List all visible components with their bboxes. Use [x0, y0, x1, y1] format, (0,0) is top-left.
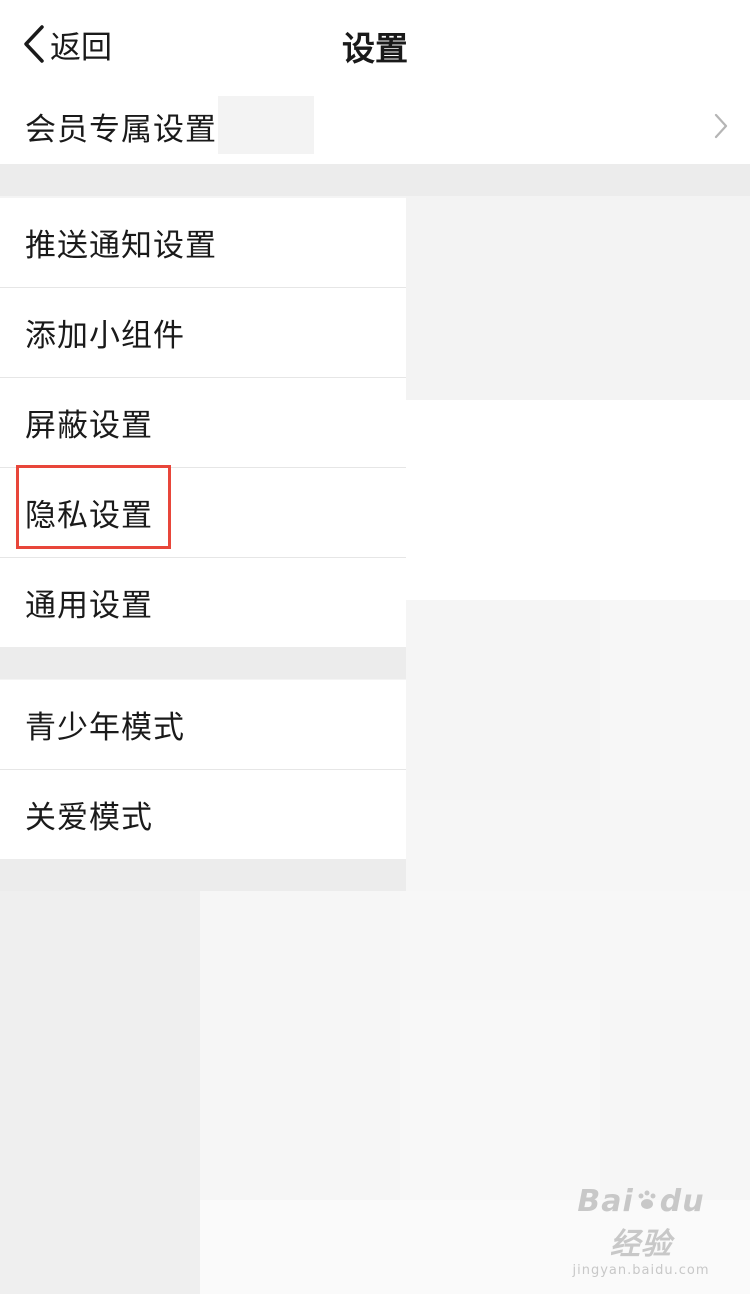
background-patch: [600, 600, 750, 800]
settings-item-label: 屏蔽设置: [25, 408, 153, 444]
settings-item-privacy-settings[interactable]: 隐私设置: [0, 468, 406, 557]
settings-item-care-mode[interactable]: 关爱模式: [0, 770, 406, 859]
background-patch: [600, 1000, 750, 1200]
background-patch: [200, 891, 400, 1200]
background-patch: [406, 400, 750, 600]
settings-item-label: 会员专属设置: [25, 111, 217, 148]
background-patch: [406, 800, 750, 896]
settings-item-member-settings[interactable]: 会员专属设置: [0, 88, 750, 164]
settings-item-block-settings[interactable]: 屏蔽设置: [0, 378, 406, 467]
settings-item-label: 推送通知设置: [25, 228, 217, 264]
watermark-logo: Bai du 经验: [572, 1184, 710, 1263]
redacted-area: [218, 96, 314, 154]
settings-item-label: 关爱模式: [25, 800, 153, 836]
section-gap: [0, 164, 750, 196]
background-patch: [400, 1000, 600, 1200]
paw-icon: [636, 1184, 658, 1219]
settings-item-general-settings[interactable]: 通用设置: [0, 558, 406, 647]
background-patch: [400, 891, 750, 1000]
watermark-logo-text: Bai: [577, 1184, 634, 1219]
background-patch: [406, 600, 600, 800]
watermark-logo-text: du: [659, 1184, 705, 1219]
settings-item-add-widget[interactable]: 添加小组件: [0, 288, 406, 377]
navigation-bar: 返回 设置: [0, 0, 750, 88]
settings-item-teen-mode[interactable]: 青少年模式: [0, 680, 406, 769]
background-patch: [0, 891, 200, 1294]
watermark-logo-text: 经验: [610, 1227, 672, 1262]
section-gap: [0, 859, 406, 891]
settings-item-push-notifications[interactable]: 推送通知设置: [0, 198, 406, 287]
background-patch: [406, 196, 750, 400]
settings-item-label: 青少年模式: [25, 710, 185, 746]
chevron-right-icon: [714, 113, 728, 143]
settings-item-label: 添加小组件: [25, 318, 185, 354]
settings-item-label: 通用设置: [25, 588, 153, 624]
baidu-watermark: Bai du 经验 jingyan.baidu.com: [572, 1184, 710, 1278]
page-title: 设置: [342, 29, 408, 68]
watermark-url: jingyan.baidu.com: [572, 1263, 710, 1278]
section-gap: [0, 647, 406, 679]
settings-item-label: 隐私设置: [25, 498, 153, 534]
